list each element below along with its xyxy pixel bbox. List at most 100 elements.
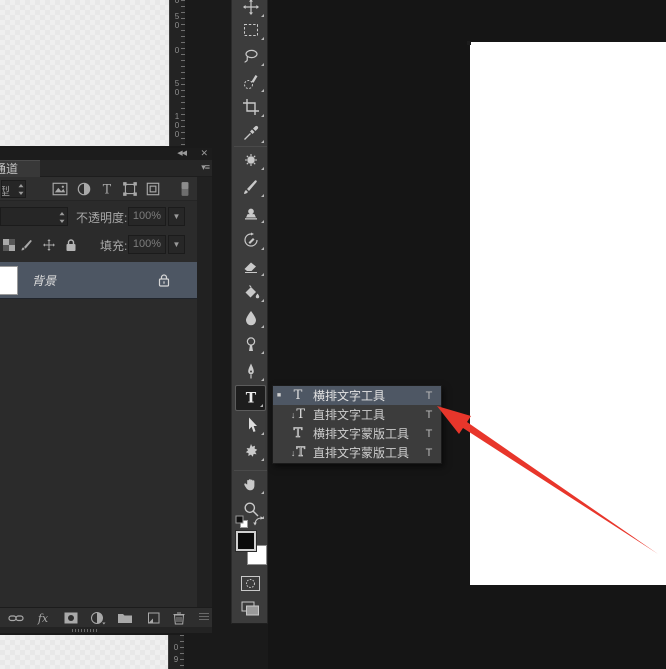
tool-type[interactable]: T (235, 385, 266, 411)
filter-pixel-icon[interactable] (52, 181, 68, 197)
menu-item-label: 直排文字蒙版工具 (311, 444, 417, 461)
layer-row-background[interactable]: 背景 (0, 262, 197, 299)
layers-panel: ◀◀ ✕ 通道 ▾≡ 型 T 不透明度: 100% ▼ 填充: 100% (0, 148, 212, 633)
ruler-label: 1 0 0 (173, 112, 181, 139)
toolbar-separator (234, 470, 267, 471)
add-layer-mask-icon[interactable] (63, 611, 79, 625)
tool-quick-select[interactable] (235, 69, 266, 95)
lock-all-icon[interactable] (64, 238, 78, 252)
default-colors-icon[interactable] (235, 515, 249, 529)
filter-adjustment-icon[interactable] (76, 181, 92, 197)
panel-tab-bar: 通道 ▾≡ (0, 160, 212, 177)
tool-pen[interactable] (235, 358, 266, 384)
fill-value[interactable]: 100% (128, 235, 166, 254)
menu-item-horizontal-type-tool[interactable]: ■T横排文字工具T (273, 386, 441, 405)
tool-history-brush[interactable] (235, 227, 266, 253)
panel-resize-grip[interactable] (199, 613, 209, 622)
filter-smart-object-icon[interactable] (145, 181, 161, 197)
svg-text:T: T (245, 391, 256, 407)
menu-item-shortcut: T (417, 390, 441, 402)
new-group-icon[interactable] (117, 611, 133, 625)
drag-grip-icon (72, 629, 98, 632)
ruler-label: 0 (173, 0, 181, 5)
lock-transparency-icon[interactable] (2, 238, 16, 252)
ruler-ticks (180, 635, 184, 669)
lock-paint-icon[interactable] (20, 238, 34, 252)
panel-menu-icon[interactable]: ▾≡ (201, 162, 209, 173)
filter-switch-icon[interactable] (177, 181, 193, 197)
menu-item-vertical-type-tool-icon: ↓T (285, 407, 311, 422)
vertical-ruler-top[interactable]: 05 005 01 0 0 (169, 0, 185, 146)
layers-panel-bottom-bar: fx (0, 607, 212, 627)
svg-text:fx: fx (37, 612, 49, 625)
menu-item-label: 直排文字工具 (311, 406, 417, 423)
link-layers-icon[interactable] (8, 611, 24, 625)
layer-locked-icon[interactable] (157, 273, 171, 287)
adjustment-layer-icon[interactable] (90, 611, 106, 625)
tool-paint-bucket[interactable] (235, 279, 266, 305)
tool-path-select[interactable] (235, 412, 266, 438)
tool-eraser[interactable] (235, 253, 266, 279)
ruler-label: 0 (173, 46, 181, 55)
layer-thumbnail[interactable] (0, 266, 18, 295)
collapse-panel-icon[interactable]: ◀◀ (177, 149, 186, 157)
spinner-icon[interactable] (58, 210, 66, 225)
fill-label: 填充: (100, 237, 127, 254)
menu-item-vertical-type-tool[interactable]: ■↓T直排文字工具T (273, 405, 441, 424)
document-canvas-bottom-left[interactable] (0, 635, 168, 669)
layers-list-empty-area[interactable] (0, 299, 197, 607)
filter-shape-icon[interactable] (122, 181, 138, 197)
tool-spot-heal[interactable] (235, 147, 266, 173)
menu-item-shortcut: T (417, 409, 441, 421)
ruler-label: 5 0 (173, 79, 181, 97)
blend-opacity-row: 不透明度: 100% ▼ (0, 205, 197, 229)
vertical-ruler-bottom[interactable]: 09 (168, 635, 184, 669)
lock-move-icon[interactable] (42, 238, 56, 252)
tool-dodge[interactable] (235, 331, 266, 357)
lock-fill-row: 填充: 100% ▼ (0, 233, 197, 257)
tool-eyedropper[interactable] (235, 120, 266, 146)
tool-clone-stamp[interactable] (235, 200, 266, 226)
tool-hand[interactable] (235, 471, 266, 497)
menu-item-horizontal-type-tool-icon: T (285, 388, 311, 403)
filter-kind-dropdown[interactable]: 型 (1, 180, 26, 198)
filter-kind-label: 型 (1, 183, 10, 198)
menu-item-shortcut: T (417, 428, 441, 440)
tool-custom-shape[interactable] (235, 438, 266, 464)
menu-item-vertical-type-mask-tool[interactable]: ■↓T直排文字蒙版工具T (273, 443, 441, 462)
filter-type-icon[interactable]: T (99, 181, 115, 197)
new-layer-icon[interactable] (145, 611, 161, 625)
layer-name: 背景 (32, 272, 56, 289)
tools-toolbar: T (231, 0, 268, 624)
menu-item-shortcut: T (417, 447, 441, 459)
tool-brush[interactable] (235, 174, 266, 200)
tab-channels[interactable]: 通道 (0, 160, 40, 177)
opacity-dropdown-arrow[interactable]: ▼ (168, 207, 185, 226)
fill-dropdown-arrow[interactable]: ▼ (168, 235, 185, 254)
panel-side-strip (197, 177, 212, 607)
quick-mask-mode-icon[interactable] (240, 575, 261, 592)
opacity-value[interactable]: 100% (128, 207, 166, 226)
svg-text:T: T (103, 182, 112, 197)
panel-bottom-edge[interactable] (0, 627, 212, 633)
delete-layer-icon[interactable] (171, 611, 187, 625)
menu-item-label: 横排文字蒙版工具 (311, 425, 417, 442)
swap-colors-icon[interactable] (252, 514, 266, 528)
current-tool-bullet: ■ (273, 392, 285, 399)
document-canvas-top-left[interactable] (0, 0, 170, 146)
layer-style-fx-icon[interactable]: fx (35, 611, 51, 625)
tool-crop[interactable] (235, 94, 266, 120)
close-panel-icon[interactable]: ✕ (200, 148, 208, 159)
tool-lasso[interactable] (235, 43, 266, 69)
menu-item-horizontal-type-mask-tool-icon: T (285, 426, 311, 441)
ruler-label: 0 (172, 643, 180, 652)
layer-filter-row: 型 T (0, 177, 197, 201)
foreground-color-swatch[interactable] (236, 531, 256, 551)
screen-mode-icon[interactable] (240, 600, 261, 617)
tool-marquee[interactable] (235, 17, 266, 43)
blend-mode-dropdown[interactable] (0, 207, 68, 226)
document-canvas-right[interactable] (470, 42, 666, 585)
spinner-icon[interactable] (17, 182, 25, 197)
tool-blur[interactable] (235, 305, 266, 331)
menu-item-horizontal-type-mask-tool[interactable]: ■T横排文字蒙版工具T (273, 424, 441, 443)
